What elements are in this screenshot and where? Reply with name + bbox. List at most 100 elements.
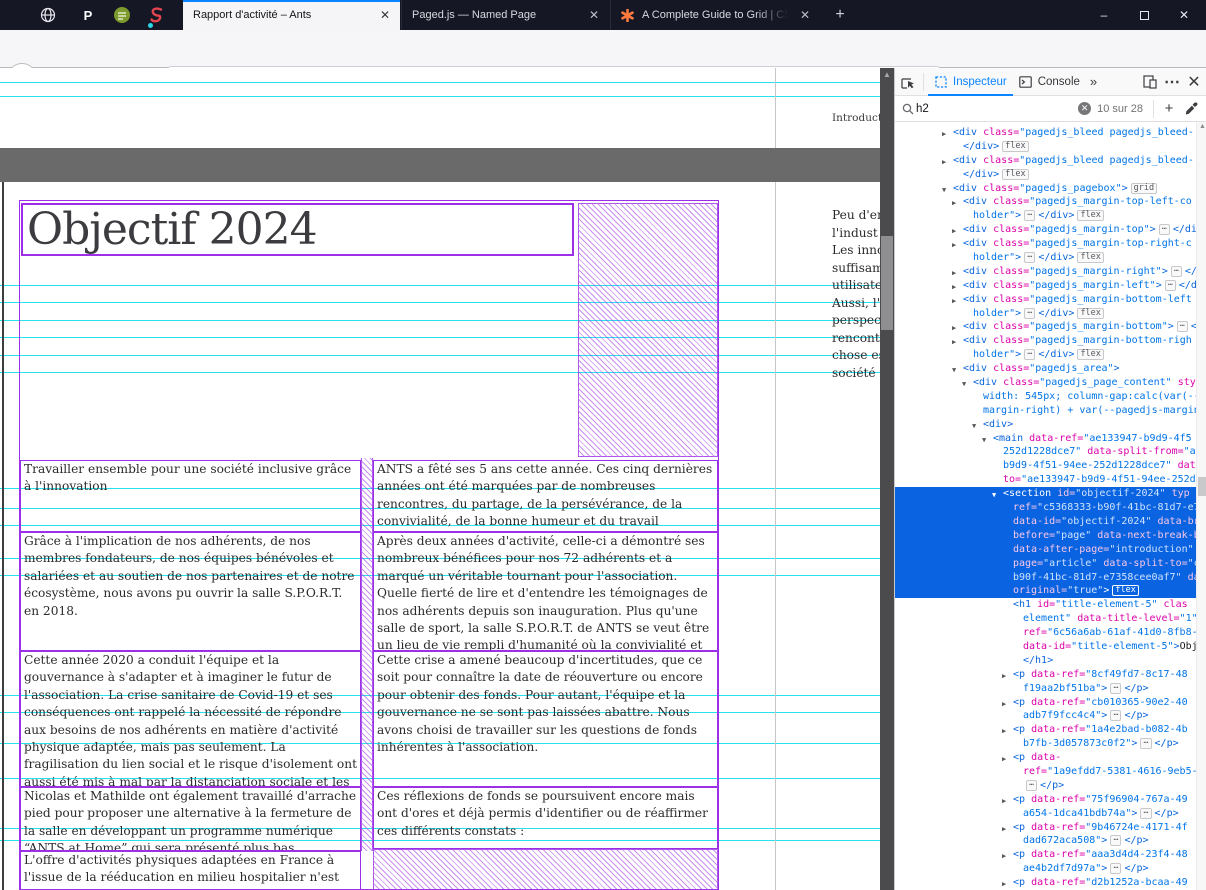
layout-badge[interactable]: flex (1077, 210, 1103, 221)
dom-tree-line[interactable]: ▶<div class="pagedjs_margin-top">⋯</di (895, 223, 1196, 237)
dom-tree-line[interactable]: </h1> (895, 654, 1196, 668)
tab-close-icon[interactable]: ✕ (800, 8, 810, 22)
dom-tree-line[interactable]: ▼<div class="pagedjs_page_content" sty (895, 376, 1196, 390)
dom-tree-line[interactable]: ae4b2df7d97a">⋯</p> (895, 862, 1196, 876)
dom-tree-line[interactable]: ▶<p data-ref="9b46724e-4171-4f (895, 821, 1196, 835)
dom-tree-line[interactable]: data-id="title-element-5">Obj (895, 640, 1196, 654)
responsive-mode-icon[interactable] (1139, 71, 1161, 93)
collapsed-content-badge[interactable]: ⋯ (1110, 835, 1121, 846)
dom-tree-line[interactable]: ▶<div class="pagedjs_margin-top-left-co (895, 195, 1196, 209)
collapsed-content-badge[interactable]: ⋯ (1026, 780, 1037, 791)
dom-tree-line[interactable]: <h1 id="title-element-5" clas (895, 598, 1196, 612)
dom-tree-line[interactable]: ▶<div class="pagedjs_bleed pagedjs_bleed… (895, 154, 1196, 168)
dom-tree-line[interactable]: ▶<div class="pagedjs_margin-right">⋯</ (895, 265, 1196, 279)
pinned-tab-p[interactable]: P (71, 0, 105, 30)
dom-tree-line[interactable]: b9d9-4f51-94ee-252d1228dce7" data (895, 459, 1196, 473)
dom-tree-line[interactable]: ▼<section id="objectif-2024" typ (895, 487, 1196, 501)
dom-tree-line[interactable]: ▶<div class="pagedjs_margin-left">⋯</d (895, 279, 1196, 293)
dom-tree-line[interactable]: holder">⋯</div>flex (895, 209, 1196, 223)
layout-badge[interactable]: flex (1002, 141, 1028, 152)
dom-tree-line[interactable]: ⋯</p> (895, 779, 1196, 793)
collapsed-content-badge[interactable]: ⋯ (1110, 863, 1121, 874)
dom-tree-line[interactable]: ref="1a9efdd7-5381-4616-9eb5- (895, 765, 1196, 779)
collapsed-content-badge[interactable]: ⋯ (1110, 683, 1121, 694)
tab-close-icon[interactable]: ✕ (589, 8, 599, 22)
dom-tree-line[interactable]: </div>flex (895, 168, 1196, 182)
collapsed-content-badge[interactable]: ⋯ (1165, 280, 1176, 291)
window-minimize-button[interactable]: – (1084, 0, 1124, 30)
dom-tree-line[interactable]: ▶<p data-ref="75f96904-767a-49 (895, 793, 1196, 807)
dom-tree-line[interactable]: original="true">flex (895, 584, 1196, 598)
tab-pagedjs-named-page[interactable]: Paged.js — Named Page ✕ (401, 0, 609, 30)
layout-badge[interactable]: flex (1077, 252, 1103, 263)
window-maximize-button[interactable] (1124, 0, 1164, 30)
collapsed-content-badge[interactable]: ⋯ (1159, 224, 1170, 235)
dom-tree-line[interactable]: data-after-page="introduction" (895, 543, 1196, 557)
dom-tree-line[interactable]: ▶<p data-ref="cb010365-90e2-40 (895, 696, 1196, 710)
collapsed-content-badge[interactable]: ⋯ (1024, 210, 1035, 221)
eyedropper-icon[interactable] (1180, 98, 1202, 120)
dom-tree-line[interactable]: ▼<div class="pagedjs_area"> (895, 362, 1196, 376)
dom-tree-line[interactable]: ▶<div class="pagedjs_bleed pagedjs_bleed… (895, 126, 1196, 140)
dom-tree-line[interactable]: ▼<div> (895, 418, 1196, 432)
dom-tree-line[interactable]: b7fb-3d057873c0f2">⋯</p> (895, 737, 1196, 751)
pinned-tab-pagedjs[interactable] (139, 0, 173, 30)
dom-tree-line[interactable]: margin-right) + var(--pagedjs-margin- (895, 404, 1196, 418)
dom-tree-line[interactable]: b90f-41bc-81d7-e7358cee0af7" da (895, 571, 1196, 585)
pinned-tab-globe[interactable] (31, 0, 65, 30)
clear-search-icon[interactable]: ✕ (1078, 102, 1091, 115)
layout-badge[interactable]: flex (1112, 585, 1138, 596)
tab-rapport-activite[interactable]: Rapport d'activité – Ants ✕ (183, 0, 400, 30)
dom-tree-line[interactable]: ▼<div class="pagedjs_pagebox">grid (895, 182, 1196, 196)
layout-badge[interactable]: grid (1131, 183, 1157, 194)
dom-tree-line[interactable]: ▶<div class="pagedjs_margin-top-right-c (895, 237, 1196, 251)
dom-tree-line[interactable]: ▶<div class="pagedjs_margin-bottom">⋯< (895, 320, 1196, 334)
more-tabs-chevron-icon[interactable]: » (1086, 68, 1101, 96)
dom-tree-line[interactable]: ▶<p data-ref="1a4e2bad-b082-4b (895, 723, 1196, 737)
dom-tree-line[interactable]: 252d1228dce7" data-split-from="ae (895, 445, 1196, 459)
layout-badge[interactable]: flex (1002, 169, 1028, 180)
scrollbar-thumb[interactable] (881, 236, 893, 330)
tab-console[interactable]: Console (1013, 68, 1086, 96)
dom-tree-line[interactable]: ref="6c56a6ab-61af-41d0-8fb8- (895, 626, 1196, 640)
devtools-close-icon[interactable]: ✕ (1183, 71, 1205, 93)
devtools-menu-icon[interactable]: ⋯ (1161, 71, 1183, 93)
create-node-button[interactable]: + (1158, 98, 1180, 120)
tab-css-grid-guide[interactable]: A Complete Guide to Grid | CSS ✕ (610, 0, 820, 30)
collapsed-content-badge[interactable]: ⋯ (1110, 710, 1121, 721)
dom-tree-line[interactable]: data-id="objectif-2024" data-br (895, 515, 1196, 529)
dom-tree-line[interactable]: width: 545px; column-gap:calc(var(--p (895, 390, 1196, 404)
dom-tree-line[interactable]: ▼<main data-ref="ae133947-b9d9-4f5 (895, 432, 1196, 446)
dom-tree-line[interactable]: to="ae133947-b9d9-4f51-94ee-252d1 (895, 473, 1196, 487)
dom-tree-line[interactable]: ▶<p data-ref="aaa3d4d4-23f4-48 (895, 848, 1196, 862)
tab-inspector[interactable]: Inspecteur (928, 68, 1013, 96)
dom-tree-line[interactable]: holder">⋯</div>flex (895, 348, 1196, 362)
pick-element-icon[interactable] (897, 71, 919, 93)
scrollbar-thumb[interactable] (1198, 477, 1206, 496)
scroll-up-arrow-icon[interactable]: ▲ (880, 70, 894, 79)
dom-tree-line[interactable]: holder">⋯</div>flex (895, 307, 1196, 321)
dom-tree-line[interactable]: ▶<div class="pagedjs_margin-bottom-left (895, 293, 1196, 307)
layout-badge[interactable]: flex (1077, 308, 1103, 319)
layout-badge[interactable]: flex (1077, 349, 1103, 360)
pinned-tab-notes[interactable] (105, 0, 139, 30)
dom-tree-line[interactable]: page="article" data-split-to="c (895, 557, 1196, 571)
window-close-button[interactable]: ✕ (1164, 0, 1204, 30)
dom-tree-line[interactable]: ▶<p data-ref="8cf49fd7-8c17-48 (895, 668, 1196, 682)
dom-tree-line[interactable]: holder">⋯</div>flex (895, 251, 1196, 265)
dom-tree-line[interactable]: element" data-title-level="1" (895, 612, 1196, 626)
dom-tree-line[interactable]: ▶<p data-ref="d2b1252a-bcaa-49 (895, 876, 1196, 890)
dom-tree-line[interactable]: ref="c5368333-b90f-41bc-81d7-e7 (895, 501, 1196, 515)
dom-tree-line[interactable]: ▶<p data- (895, 751, 1196, 765)
devtools-search-input[interactable] (916, 103, 1078, 115)
collapsed-content-badge[interactable]: ⋯ (1024, 308, 1035, 319)
dom-tree-line[interactable]: before="page" data-next-break-b (895, 529, 1196, 543)
collapsed-content-badge[interactable]: ⋯ (1024, 252, 1035, 263)
tab-close-icon[interactable]: ✕ (380, 8, 390, 22)
devtools-scrollbar[interactable]: ▲ (1196, 122, 1206, 890)
content-scrollbar[interactable]: ▲ (880, 68, 894, 890)
dom-tree-line[interactable]: a654-1dca41bdb74a">⋯</p> (895, 807, 1196, 821)
collapsed-content-badge[interactable]: ⋯ (1140, 808, 1151, 819)
dom-tree-line[interactable]: dad672aca508">⋯</p> (895, 834, 1196, 848)
collapsed-content-badge[interactable]: ⋯ (1024, 349, 1035, 360)
